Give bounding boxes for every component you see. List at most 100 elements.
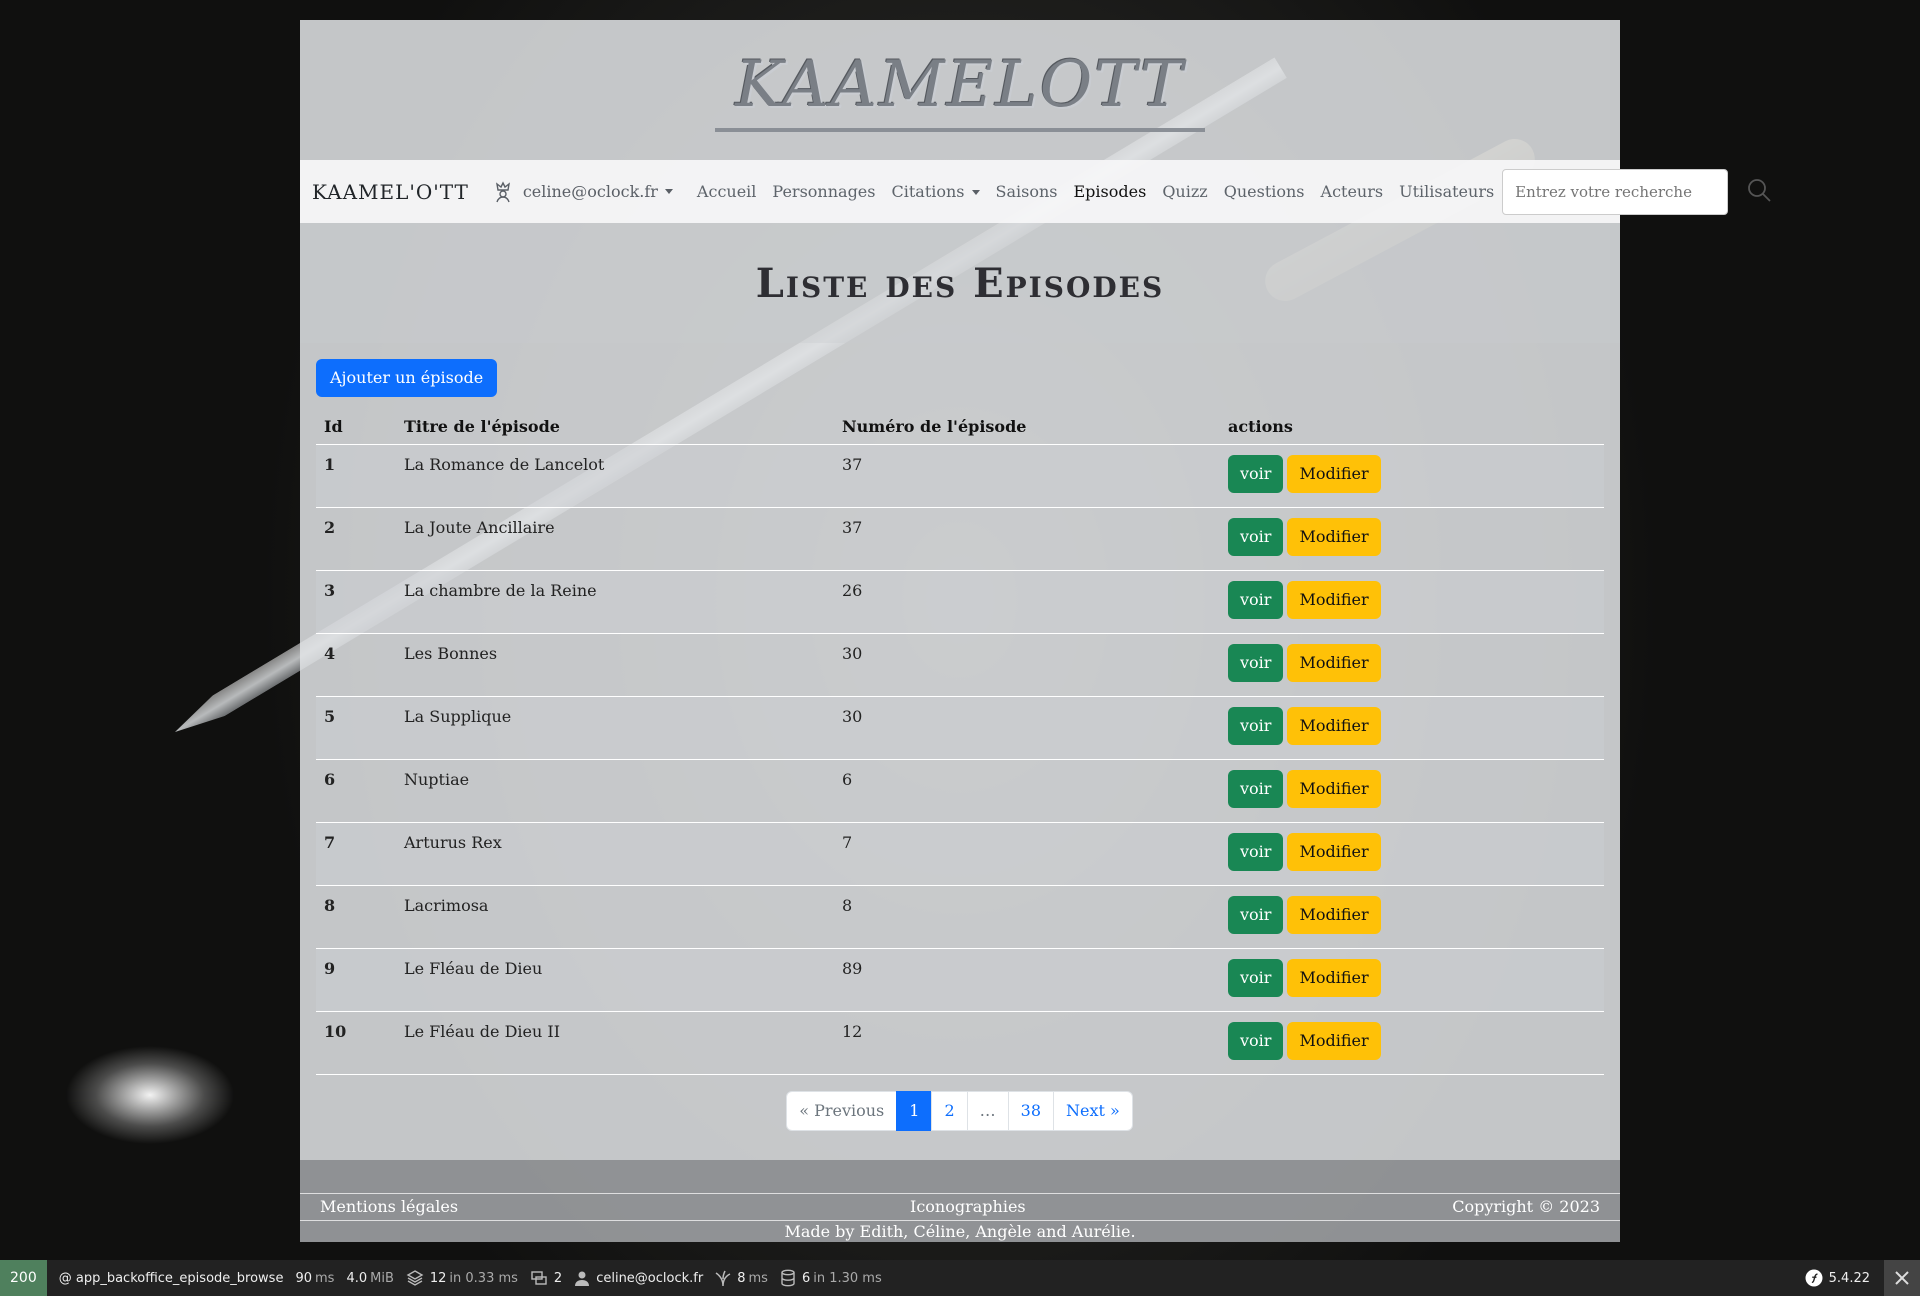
layers-icon bbox=[406, 1270, 424, 1286]
episode-id: 5 bbox=[316, 696, 396, 760]
pagination-ellipsis: … bbox=[966, 1091, 1009, 1131]
database-icon bbox=[781, 1269, 795, 1287]
episode-number: 37 bbox=[834, 507, 1220, 571]
episode-actions: voir Modifier bbox=[1220, 507, 1604, 571]
db-count: 6 bbox=[801, 1270, 811, 1286]
nav-utilisateurs[interactable]: Utilisateurs bbox=[1399, 182, 1494, 201]
edit-button[interactable]: Modifier bbox=[1287, 959, 1381, 997]
footer-mentions-link[interactable]: Mentions légales bbox=[320, 1197, 458, 1216]
edit-button[interactable]: Modifier bbox=[1287, 455, 1381, 493]
episode-title: Arturus Rex bbox=[396, 822, 834, 886]
episode-id: 2 bbox=[316, 507, 396, 571]
view-button[interactable]: voir bbox=[1228, 770, 1284, 808]
view-button[interactable]: voir bbox=[1228, 455, 1284, 493]
memory-value: 4.0 bbox=[346, 1270, 368, 1286]
episode-title: Le Fléau de Dieu bbox=[396, 948, 834, 1012]
nav-acteurs[interactable]: Acteurs bbox=[1321, 182, 1384, 201]
table-row: 3 La chambre de la Reine 26 voir Modifier bbox=[316, 570, 1604, 634]
navbar-brand[interactable]: KAAMEL'O'TT bbox=[312, 180, 469, 204]
view-button[interactable]: voir bbox=[1228, 959, 1284, 997]
toolbar-right: 5.4.22 bbox=[1793, 1260, 1920, 1296]
edit-button[interactable]: Modifier bbox=[1287, 581, 1381, 619]
edit-button[interactable]: Modifier bbox=[1287, 518, 1381, 556]
nav-saisons[interactable]: Saisons bbox=[996, 182, 1058, 201]
episode-id: 10 bbox=[316, 1011, 396, 1075]
nav-quizz[interactable]: Quizz bbox=[1162, 182, 1207, 201]
request-time[interactable]: 90 ms bbox=[295, 1271, 334, 1286]
search-input[interactable] bbox=[1502, 168, 1729, 215]
episode-id: 1 bbox=[316, 444, 396, 508]
table-row: 5 La Supplique 30 voir Modifier bbox=[316, 696, 1604, 760]
episode-id: 8 bbox=[316, 885, 396, 949]
nav-personnages[interactable]: Personnages bbox=[772, 182, 875, 201]
edit-button[interactable]: Modifier bbox=[1287, 1022, 1381, 1060]
column-header-title: Titre de l'épisode bbox=[396, 407, 834, 445]
site-header: KAAMELOTT bbox=[300, 20, 1620, 160]
episode-id: 7 bbox=[316, 822, 396, 886]
column-header-actions: actions bbox=[1220, 407, 1604, 445]
footer-iconographies-link[interactable]: Iconographies bbox=[910, 1197, 1026, 1216]
episode-actions: voir Modifier bbox=[1220, 759, 1604, 823]
chevron-down-icon bbox=[971, 190, 980, 195]
user-email: celine@oclock.fr bbox=[522, 182, 658, 201]
episode-id: 3 bbox=[316, 570, 396, 634]
cache-panel[interactable]: 12 in 0.33 ms bbox=[406, 1269, 518, 1287]
table-row: 8 Lacrimosa 8 voir Modifier bbox=[316, 885, 1604, 949]
database-panel[interactable]: 6 in 1.30 ms bbox=[780, 1269, 882, 1287]
user-dropdown[interactable]: celine@oclock.fr bbox=[491, 180, 673, 204]
nav-accueil[interactable]: Accueil bbox=[697, 182, 756, 201]
add-episode-button[interactable]: Ajouter un épisode bbox=[316, 359, 498, 397]
episode-number: 30 bbox=[834, 696, 1220, 760]
episode-id: 9 bbox=[316, 948, 396, 1012]
route-name[interactable]: @ app_backoffice_episode_browse bbox=[59, 1271, 284, 1286]
memory-usage[interactable]: 4.0 MiB bbox=[346, 1271, 393, 1286]
nav-episodes[interactable]: Episodes bbox=[1074, 182, 1147, 201]
nav-questions[interactable]: Questions bbox=[1224, 182, 1305, 201]
user-icon bbox=[575, 1271, 590, 1286]
search-form bbox=[1502, 168, 1784, 215]
view-button[interactable]: voir bbox=[1228, 833, 1284, 871]
status-badge[interactable]: 200 bbox=[0, 1260, 47, 1296]
pagination-page-2[interactable]: 2 bbox=[931, 1091, 968, 1131]
debug-toolbar: 200 @ app_backoffice_episode_browse 90 ms… bbox=[0, 1260, 1920, 1296]
view-button[interactable]: voir bbox=[1228, 1022, 1284, 1060]
episode-title: La chambre de la Reine bbox=[396, 570, 834, 634]
view-button[interactable]: voir bbox=[1228, 707, 1284, 745]
pagination-next[interactable]: Next » bbox=[1053, 1091, 1133, 1131]
cache-count: 12 bbox=[429, 1270, 447, 1286]
edit-button[interactable]: Modifier bbox=[1287, 707, 1381, 745]
pagination-page-1[interactable]: 1 bbox=[896, 1091, 933, 1131]
site-logo[interactable]: KAAMELOTT bbox=[715, 48, 1205, 132]
title-band: Liste des Episodes bbox=[300, 223, 1620, 343]
edit-button[interactable]: Modifier bbox=[1287, 833, 1381, 871]
toolbar-close-button[interactable] bbox=[1884, 1260, 1920, 1296]
edit-button[interactable]: Modifier bbox=[1287, 896, 1381, 934]
view-button[interactable]: voir bbox=[1228, 896, 1284, 934]
episode-actions: voir Modifier bbox=[1220, 885, 1604, 949]
pagination-page-38[interactable]: 38 bbox=[1007, 1091, 1054, 1131]
view-button[interactable]: voir bbox=[1228, 581, 1284, 619]
edit-button[interactable]: Modifier bbox=[1287, 770, 1381, 808]
episode-number: 89 bbox=[834, 948, 1220, 1012]
forms-panel[interactable]: 2 bbox=[530, 1269, 562, 1287]
table-row: 1 La Romance de Lancelot 37 voir Modifier bbox=[316, 444, 1604, 508]
site-footer: Mentions légales Iconographies Copyright… bbox=[300, 1160, 1620, 1242]
table-row: 6 Nuptiae 6 voir Modifier bbox=[316, 759, 1604, 823]
symfony-version-panel[interactable]: 5.4.22 bbox=[1805, 1269, 1870, 1287]
twig-panel[interactable]: 8 ms bbox=[715, 1269, 768, 1287]
page-title: Liste des Episodes bbox=[755, 259, 1165, 307]
request-time-unit: ms bbox=[315, 1270, 335, 1286]
view-button[interactable]: voir bbox=[1228, 518, 1284, 556]
pagination-previous[interactable]: « Previous bbox=[786, 1091, 898, 1131]
security-panel[interactable]: celine@oclock.fr bbox=[574, 1270, 703, 1286]
twig-unit: ms bbox=[748, 1270, 768, 1286]
footer-credits: Made by Edith, Céline, Angèle and Auréli… bbox=[784, 1222, 1136, 1241]
episode-actions: voir Modifier bbox=[1220, 1011, 1604, 1075]
episode-title: Le Fléau de Dieu II bbox=[396, 1011, 834, 1075]
search-button[interactable] bbox=[1746, 177, 1772, 207]
edit-button[interactable]: Modifier bbox=[1287, 644, 1381, 682]
view-button[interactable]: voir bbox=[1228, 644, 1284, 682]
episode-number: 12 bbox=[834, 1011, 1220, 1075]
pagination: « Previous 1 2 … 38 Next » bbox=[316, 1091, 1604, 1131]
nav-citations[interactable]: Citations bbox=[891, 182, 980, 201]
